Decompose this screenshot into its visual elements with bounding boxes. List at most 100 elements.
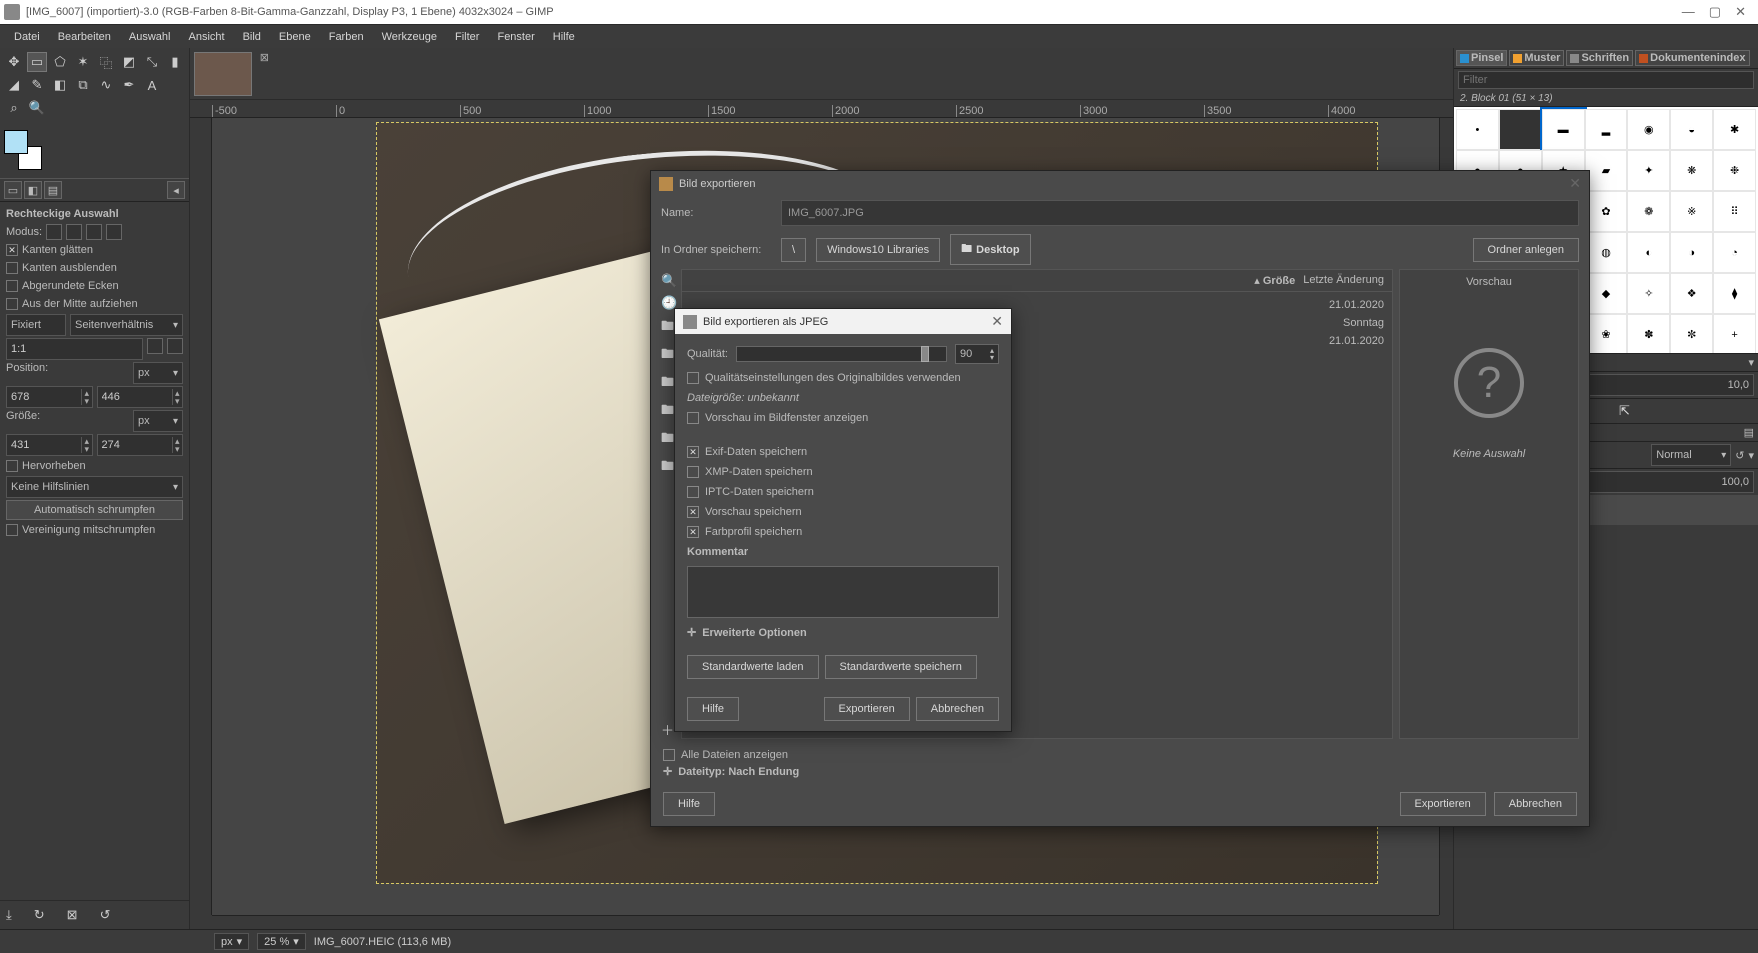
- dock-menu-icon[interactable]: ◂: [167, 181, 185, 199]
- refresh-brush-icon[interactable]: ⇱: [1619, 403, 1630, 419]
- minimize-button[interactable]: —: [1682, 4, 1695, 20]
- show-all-checkbox[interactable]: [663, 749, 675, 761]
- tool-options-tab-icon[interactable]: ▭: [4, 181, 22, 199]
- use-original-checkbox[interactable]: [687, 372, 699, 384]
- pos-x-input[interactable]: [7, 391, 81, 403]
- menu-werkzeuge[interactable]: Werkzeuge: [374, 29, 445, 45]
- menu-filter[interactable]: Filter: [447, 29, 487, 45]
- text-tool-icon[interactable]: A: [142, 75, 162, 95]
- file-type-expander[interactable]: ✛Dateityp: Nach Endung: [663, 765, 1577, 778]
- fg-color[interactable]: [4, 130, 28, 154]
- jpeg-help-button[interactable]: Hilfe: [687, 697, 739, 721]
- pos-y-input[interactable]: [98, 391, 172, 403]
- antialias-checkbox[interactable]: [6, 244, 18, 256]
- eraser-tool-icon[interactable]: ◧: [50, 75, 70, 95]
- places-search-icon[interactable]: 🔍: [661, 273, 681, 289]
- close-button[interactable]: ✕: [1735, 4, 1746, 20]
- delete-icon[interactable]: ⊠: [67, 907, 78, 923]
- warp-tool-icon[interactable]: ⤡: [142, 52, 162, 72]
- chevron-down-icon[interactable]: ▾: [1748, 356, 1754, 369]
- export-dialog-close-icon[interactable]: ✕: [1569, 175, 1581, 192]
- jpeg-dialog-close-icon[interactable]: ✕: [991, 313, 1003, 330]
- comment-textarea[interactable]: [687, 566, 999, 618]
- gradient-tool-icon[interactable]: ◢: [4, 75, 24, 95]
- color-swatch[interactable]: [4, 130, 52, 170]
- transform-tool-icon[interactable]: ◩: [119, 52, 139, 72]
- menu-hilfe[interactable]: Hilfe: [545, 29, 583, 45]
- path-desktop-button[interactable]: 🖿Desktop: [950, 234, 1030, 265]
- tab-schriften[interactable]: Schriften: [1566, 50, 1633, 66]
- menu-auswahl[interactable]: Auswahl: [121, 29, 179, 45]
- status-zoom-combo[interactable]: 25 % ▾: [257, 933, 306, 950]
- help-button[interactable]: Hilfe: [663, 792, 715, 816]
- tab-muster[interactable]: Muster: [1509, 50, 1564, 66]
- save-icon[interactable]: ⤓: [6, 907, 12, 923]
- menu-ansicht[interactable]: Ansicht: [180, 29, 232, 45]
- blend-reset-icon[interactable]: ↺: [1735, 449, 1744, 462]
- name-input[interactable]: [781, 200, 1579, 226]
- path-tool-icon[interactable]: ✒: [119, 75, 139, 95]
- size-w-input[interactable]: [7, 439, 81, 451]
- mode-intersect-icon[interactable]: [106, 224, 122, 240]
- export-button[interactable]: Exportieren: [1400, 792, 1486, 816]
- rounded-checkbox[interactable]: [6, 280, 18, 292]
- size-h-input[interactable]: [98, 439, 172, 451]
- blend-menu-icon[interactable]: ▾: [1748, 449, 1754, 462]
- menu-farben[interactable]: Farben: [321, 29, 372, 45]
- save-thumb-checkbox[interactable]: [687, 506, 699, 518]
- load-defaults-button[interactable]: Standardwerte laden: [687, 655, 819, 679]
- highlight-checkbox[interactable]: [6, 460, 18, 472]
- move-tool-icon[interactable]: ✥: [4, 52, 24, 72]
- maximize-button[interactable]: ▢: [1709, 4, 1721, 20]
- col-size-sort[interactable]: ▴ Größe: [1254, 274, 1295, 287]
- menu-fenster[interactable]: Fenster: [489, 29, 542, 45]
- slider-thumb[interactable]: [921, 346, 929, 362]
- cancel-button[interactable]: Abbrechen: [1494, 792, 1577, 816]
- jpeg-export-button[interactable]: Exportieren: [824, 697, 910, 721]
- close-tab-icon[interactable]: ⊠: [260, 51, 269, 64]
- mode-subtract-icon[interactable]: [86, 224, 102, 240]
- save-defaults-button[interactable]: Standardwerte speichern: [825, 655, 977, 679]
- quality-slider[interactable]: [736, 346, 947, 362]
- tab-pinsel[interactable]: Pinsel: [1456, 50, 1507, 66]
- menu-bearbeiten[interactable]: Bearbeiten: [50, 29, 119, 45]
- image-tab[interactable]: ⊠: [194, 52, 252, 96]
- ratio-input[interactable]: [7, 343, 142, 355]
- jpeg-cancel-button[interactable]: Abbrechen: [916, 697, 999, 721]
- clone-tool-icon[interactable]: ⧉: [73, 75, 93, 95]
- bucket-tool-icon[interactable]: ▮: [165, 52, 185, 72]
- advanced-expander[interactable]: ✛Erweiterte Optionen: [687, 626, 999, 639]
- new-folder-button[interactable]: Ordner anlegen: [1473, 238, 1579, 262]
- horizontal-scrollbar[interactable]: [212, 915, 1439, 929]
- merge-shrink-checkbox[interactable]: [6, 524, 18, 536]
- picker-tool-icon[interactable]: ⌕: [4, 98, 24, 118]
- pencil-tool-icon[interactable]: ✎: [27, 75, 47, 95]
- unit-combo[interactable]: px: [133, 362, 183, 384]
- save-profile-checkbox[interactable]: [687, 526, 699, 538]
- menu-datei[interactable]: Datei: [6, 29, 48, 45]
- ratio-swap-icon[interactable]: [147, 338, 163, 354]
- auto-shrink-button[interactable]: Automatisch schrumpfen: [6, 500, 183, 520]
- ratio-landscape-icon[interactable]: [167, 338, 183, 354]
- size-unit-combo[interactable]: px: [133, 410, 183, 432]
- restore-icon[interactable]: ↻: [34, 907, 45, 923]
- tab-dokumentenindex[interactable]: Dokumentenindex: [1635, 50, 1749, 66]
- nav-button-icon[interactable]: [1439, 915, 1453, 929]
- device-tab-icon[interactable]: ◧: [24, 181, 42, 199]
- blend-mode-combo[interactable]: Normal: [1651, 444, 1731, 466]
- zoom-tool-icon[interactable]: 🔍: [27, 98, 47, 118]
- path-root-button[interactable]: \: [781, 238, 806, 262]
- rect-select-tool-icon[interactable]: ▭: [27, 52, 47, 72]
- save-exif-checkbox[interactable]: [687, 446, 699, 458]
- mode-menu-icon[interactable]: ▤: [1744, 426, 1754, 439]
- save-iptc-checkbox[interactable]: [687, 486, 699, 498]
- quality-value-input[interactable]: 90▴▾: [955, 344, 999, 364]
- crop-tool-icon[interactable]: ⿻: [96, 52, 116, 72]
- reset-icon[interactable]: ↺: [100, 907, 111, 923]
- images-tab-icon[interactable]: ▤: [44, 181, 62, 199]
- free-select-tool-icon[interactable]: ⬠: [50, 52, 70, 72]
- fixed-type-combo[interactable]: Seitenverhältnis: [70, 314, 183, 336]
- menu-bild[interactable]: Bild: [235, 29, 269, 45]
- feather-checkbox[interactable]: [6, 262, 18, 274]
- path-libraries-button[interactable]: Windows10 Libraries: [816, 238, 940, 262]
